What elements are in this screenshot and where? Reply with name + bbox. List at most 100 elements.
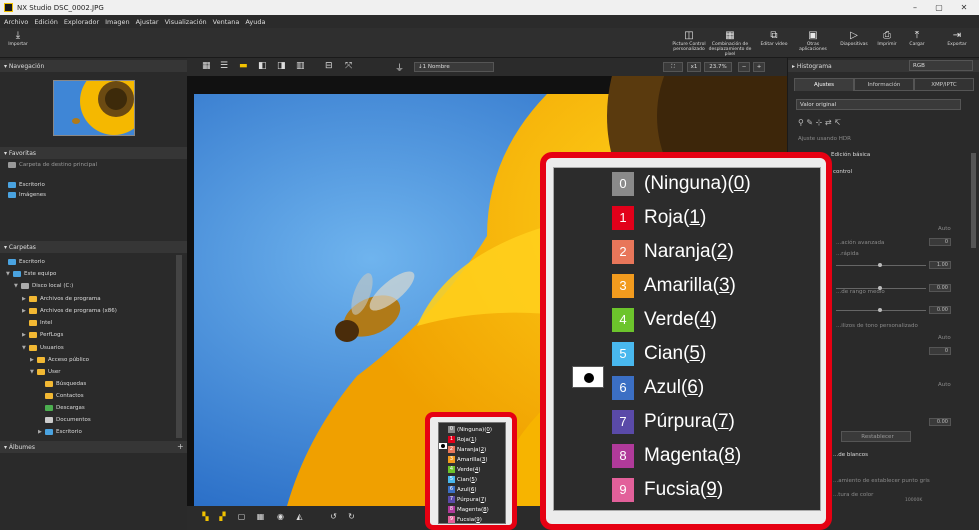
histogram-icon[interactable]: ◭ [295, 512, 304, 521]
preset-select[interactable]: Valor original [796, 99, 961, 110]
rotate-right-icon[interactable]: ↻ [347, 512, 356, 521]
folders-header[interactable]: ▾ Carpetas [0, 241, 187, 253]
histogram-view-icon[interactable]: ▥ [296, 61, 305, 71]
label-item-6[interactable]: 6 Azul(6) [448, 486, 476, 495]
label-item-9[interactable]: 9 Fucsia(9) [612, 476, 723, 504]
label-item-5[interactable]: 5 Cian(5) [448, 476, 477, 485]
tree-item[interactable]: Búsquedas [45, 379, 86, 389]
auto-checkbox[interactable]: Auto [938, 382, 951, 388]
restore-button[interactable]: Restablecer [841, 431, 911, 442]
close-button[interactable]: ✕ [952, 0, 976, 15]
value-field[interactable]: 0.00 [929, 284, 951, 292]
tab-ajustes[interactable]: Ajustes [794, 78, 854, 91]
navigation-thumbnail[interactable] [53, 80, 135, 136]
list-view-icon[interactable]: ☰ [220, 61, 228, 71]
favorite-item[interactable]: Carpeta de destino principal [8, 160, 97, 170]
label-item-3[interactable]: 3 Amarilla(3) [612, 272, 736, 300]
label-item-0[interactable]: 0 (Ninguna)(0) [612, 170, 751, 198]
export-button[interactable]: ⇥ Exportar [942, 30, 972, 47]
info-icon[interactable]: ◉ [276, 512, 285, 521]
menu-ajustar[interactable]: Ajustar [136, 18, 159, 26]
expand-icon[interactable]: ▶ [22, 306, 29, 316]
minimize-button[interactable]: – [903, 0, 927, 15]
filter-icon[interactable]: ⏚ [395, 61, 404, 74]
tree-item[interactable]: ▶ PerfLogs [22, 330, 63, 340]
grid-overlay-icon[interactable]: ▦ [256, 512, 265, 521]
maximize-button[interactable]: ▢ [927, 0, 951, 15]
label-item-6[interactable]: 6 Azul(6) [612, 374, 704, 402]
label-item-7[interactable]: 7 Púrpura(7) [612, 408, 735, 436]
tree-item[interactable]: ▶ Acceso público [30, 355, 89, 365]
hdr-checkbox[interactable]: Ajuste usando HDR [798, 136, 851, 142]
tree-item[interactable]: ▼ Disco local (C:) [14, 281, 73, 291]
grid-view-icon[interactable]: ▦ [202, 61, 211, 71]
right-scrollbar[interactable] [971, 153, 976, 248]
single-view-icon[interactable]: ▬ [239, 61, 248, 71]
add-album-button[interactable]: + [177, 442, 184, 451]
zoom-in-button[interactable]: + [753, 62, 765, 72]
navigation-header[interactable]: ▾ Navegación [0, 60, 187, 72]
label-item-2[interactable]: 2 Naranja(2) [612, 238, 734, 266]
expand-icon[interactable]: ▼ [22, 343, 29, 353]
expand-icon[interactable]: ▶ [38, 427, 45, 437]
print-button[interactable]: ⎙ Imprimir [874, 30, 900, 47]
expand-icon[interactable]: ▶ [22, 330, 29, 340]
filmstrip-view-icon[interactable]: ◧ [258, 61, 267, 71]
menu-archivo[interactable]: Archivo [4, 18, 28, 26]
tree-item[interactable]: ▼ Este equipo [6, 269, 56, 279]
other-apps-button[interactable]: ▣ Otras aplicaciones [793, 30, 833, 52]
value-field[interactable]: 1.00 [929, 261, 951, 269]
label-item-1[interactable]: 1 Roja(1) [448, 436, 477, 445]
menu-edicion[interactable]: Edición [34, 18, 58, 26]
zoom-x1-button[interactable]: x1 [687, 62, 701, 72]
tree-item[interactable]: ▶ Archivos de programa [22, 294, 101, 304]
compare-view-icon[interactable]: ◨ [277, 61, 286, 71]
tree-item[interactable]: Intel [29, 318, 52, 328]
value-field[interactable]: 0.00 [929, 306, 951, 314]
label-item-3[interactable]: 3 Amarilla(3) [448, 456, 488, 465]
auto-checkbox[interactable]: Auto [938, 226, 951, 232]
import-button[interactable]: ⤓ Importar [6, 30, 30, 47]
tree-item[interactable]: ▼ User [30, 367, 61, 377]
edit-video-button[interactable]: ⧉ Editar vídeo [760, 30, 788, 47]
picture-control-button[interactable]: ◫ Picture Control personalizado [672, 30, 706, 52]
zoom-percent-select[interactable]: 23.7% [704, 62, 732, 72]
label-item-9[interactable]: 9 Fucsia(9) [448, 516, 482, 525]
favorite-item[interactable]: Escritorio [8, 180, 45, 190]
tree-item[interactable]: Escritorio [8, 257, 45, 267]
slider-knob[interactable] [878, 308, 882, 312]
upload-button[interactable]: ⤒ Cargar [905, 30, 929, 47]
menu-visualizacion[interactable]: Visualización [165, 18, 207, 26]
label-item-5[interactable]: 5 Cian(5) [612, 340, 706, 368]
value-field[interactable]: 0 [929, 347, 951, 355]
tree-item[interactable]: ▶ Archivos de programa (x86) [22, 306, 117, 316]
zoom-fit-select[interactable]: ⛶ [663, 62, 683, 72]
label-item-1[interactable]: 1 Roja(1) [612, 204, 706, 232]
label-item-0[interactable]: 0 (Ninguna)(0) [448, 426, 492, 435]
expand-icon[interactable]: ▼ [14, 281, 21, 291]
favorite-item[interactable]: Imágenes [8, 190, 46, 200]
favorites-header[interactable]: ▾ Favoritas [0, 147, 187, 159]
tab-informacion[interactable]: Información [854, 78, 914, 91]
layout-icon[interactable]: ⊟ [325, 61, 333, 71]
tree-item[interactable]: Documentos [45, 415, 91, 425]
sort-select[interactable]: ↓1 Nombre [414, 62, 494, 72]
menu-ayuda[interactable]: Ayuda [245, 18, 265, 26]
auto-checkbox[interactable]: Auto [938, 335, 951, 341]
menu-explorador[interactable]: Explorador [64, 18, 99, 26]
tree-item[interactable]: ▼ Usuarios [22, 343, 64, 353]
expand-icon[interactable]: ▼ [6, 269, 13, 279]
slider-knob[interactable] [878, 286, 882, 290]
fit-icon[interactable]: ⤧ [345, 61, 352, 71]
label-item-8[interactable]: 8 Magenta(8) [612, 442, 741, 470]
tab-xmp-iptc[interactable]: XMP/IPTC [914, 78, 974, 91]
label-item-4[interactable]: 4 Verde(4) [612, 306, 717, 334]
expand-icon[interactable]: ▶ [30, 355, 37, 365]
rotate-left-icon[interactable]: ↺ [329, 512, 338, 521]
rating-icon[interactable]: ▞ [218, 512, 227, 521]
basic-edit-header[interactable]: Edición básica [831, 152, 870, 158]
label-item-4[interactable]: 4 Verde(4) [448, 466, 481, 475]
label-item-8[interactable]: 8 Magenta(8) [448, 506, 489, 515]
folders-scrollbar[interactable] [176, 255, 182, 438]
label-icon[interactable]: ▚ [201, 512, 210, 521]
